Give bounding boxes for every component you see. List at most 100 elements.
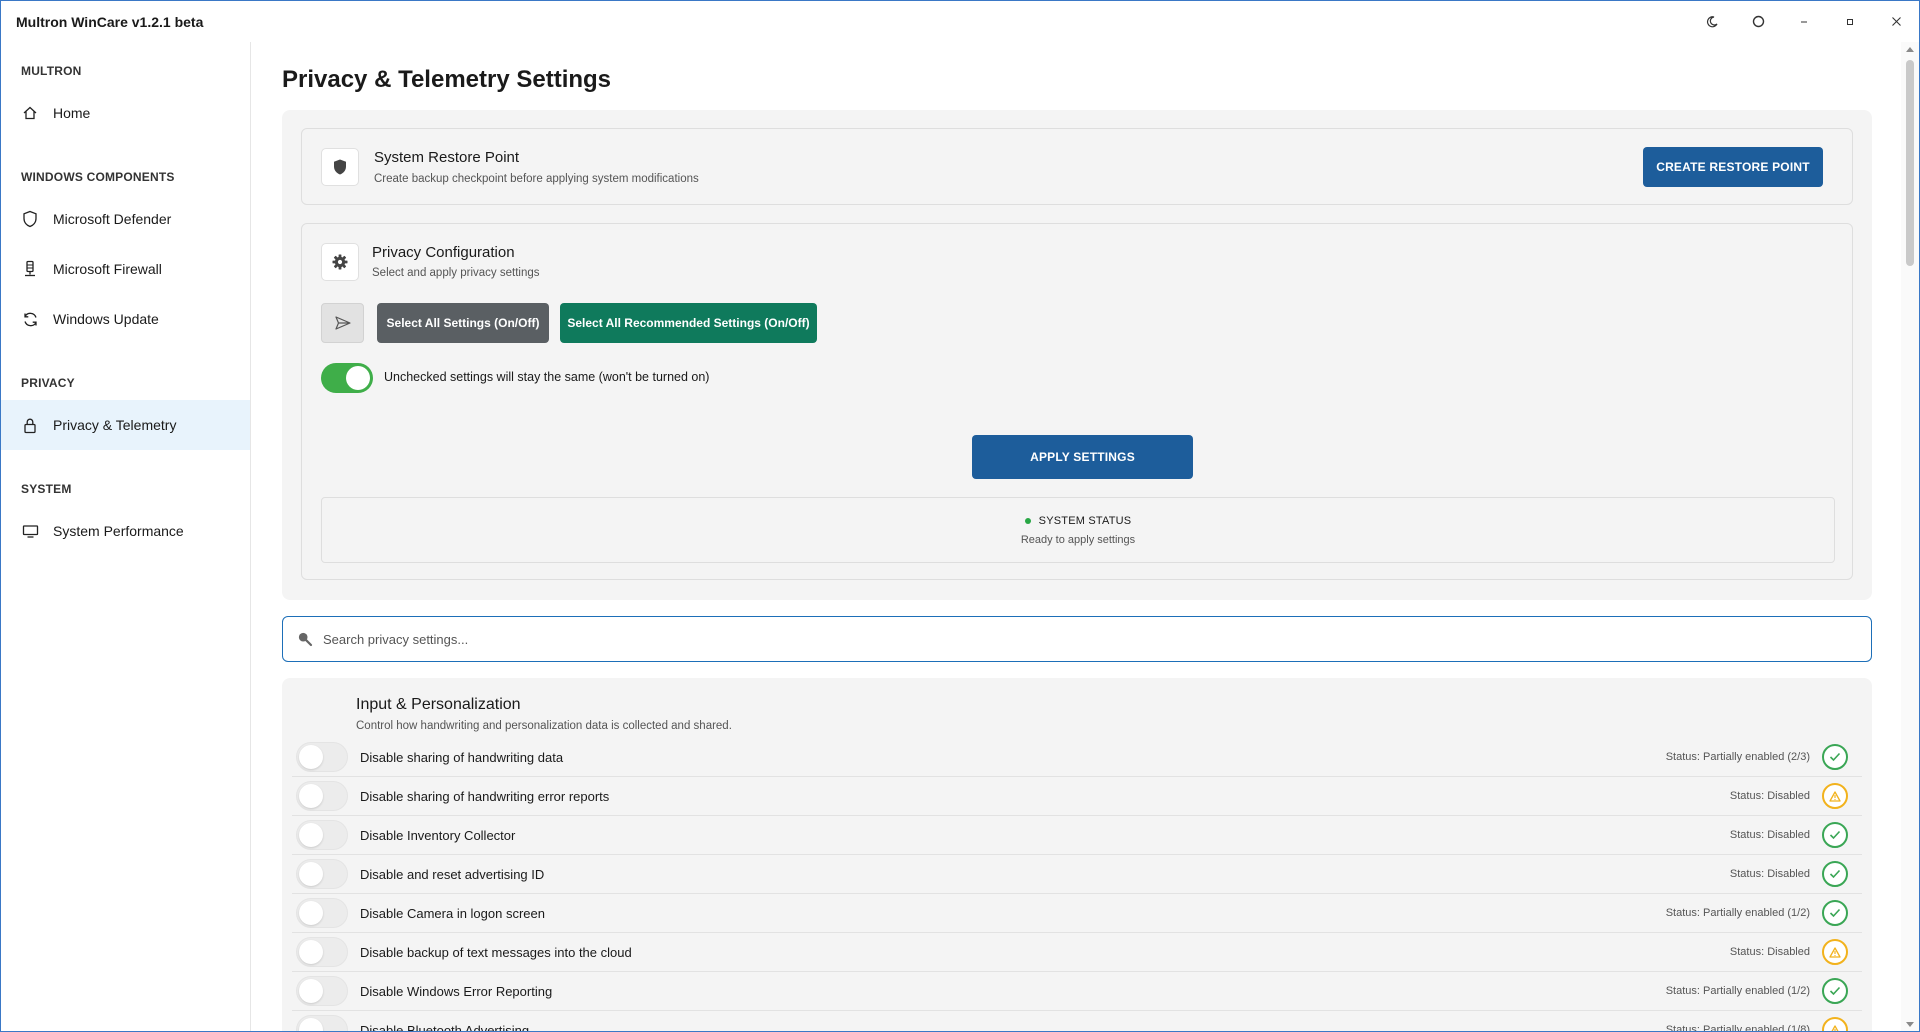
scroll-down-arrow-icon[interactable] [1906,1022,1914,1027]
shield-filled-icon [334,159,346,175]
privacy-config-subtitle: Select and apply privacy settings [372,267,540,279]
scrollbar-thumb[interactable] [1906,60,1914,266]
minimize-icon [1801,21,1807,22]
select-recommended-settings-button[interactable]: Select All Recommended Settings (On/Off) [560,303,817,343]
settings-group-input-personalization: Input & Personalization Control how hand… [282,678,1872,1032]
setting-row: Disable backup of text messages into the… [292,933,1862,972]
config-panel: System Restore Point Create backup check… [282,110,1872,600]
system-status-box: SYSTEM STATUS Ready to apply settings [321,497,1835,563]
minimize-button[interactable] [1781,1,1827,42]
theme-button[interactable] [1689,1,1735,42]
sidebar-item-label: Microsoft Defender [53,211,172,227]
sidebar-section-multron: MULTRON [21,64,82,78]
restore-point-card: System Restore Point Create backup check… [301,128,1853,205]
sidebar-item-firewall[interactable]: Microsoft Firewall [1,244,250,294]
sidebar-item-home[interactable]: Home [1,88,250,138]
vertical-scrollbar[interactable] [1901,42,1919,1031]
title-bar: Multron WinCare v1.2.1 beta [1,1,1919,42]
toggle-knob [299,823,323,847]
app-title: Multron WinCare v1.2.1 beta [16,13,204,30]
toggle-knob [299,862,323,886]
check-icon [1822,744,1848,770]
lock-icon [21,416,39,434]
setting-toggle[interactable] [296,859,348,889]
setting-status: Status: Partially enabled (1/2) [1665,985,1810,997]
setting-status: Status: Disabled [1729,868,1810,880]
privacy-configuration-card: Privacy Configuration Select and apply p… [301,223,1853,580]
sidebar-item-label: Privacy & Telemetry [53,417,177,433]
setting-toggle[interactable] [296,1015,348,1031]
gear-icon [332,254,348,270]
page-title: Privacy & Telemetry Settings [282,66,612,93]
home-icon [21,104,39,122]
setting-label: Disable Bluetooth Advertising [360,1022,530,1032]
setting-toggle[interactable] [296,781,348,811]
restore-icon-box [321,148,359,186]
app-window: Multron WinCare v1.2.1 beta MULTRON Home… [0,0,1920,1032]
monitor-icon [21,522,39,540]
close-icon [1891,17,1901,26]
maximize-button[interactable] [1827,1,1873,42]
settings-button[interactable] [1735,1,1781,42]
search-input[interactable] [323,631,1823,647]
system-status-label: SYSTEM STATUS [1038,515,1132,527]
setting-status: Status: Partially enabled (1/2) [1665,907,1810,919]
sidebar-item-privacy-telemetry[interactable]: Privacy & Telemetry [1,400,250,450]
unchecked-settings-toggle[interactable] [321,363,373,393]
toggle-knob [299,745,323,769]
check-icon [1822,861,1848,887]
sidebar-item-label: Windows Update [53,311,159,327]
setting-toggle[interactable] [296,898,348,928]
setting-row: Disable Bluetooth Advertising Status: Pa… [292,1011,1862,1032]
send-icon [334,316,351,330]
privacy-config-title: Privacy Configuration [372,244,515,261]
toggle-knob [299,1018,323,1031]
sidebar-item-system-performance[interactable]: System Performance [1,506,250,556]
main-content: Privacy & Telemetry Settings System Rest… [252,42,1902,1032]
warning-icon [1822,1017,1848,1031]
setting-toggle[interactable] [296,976,348,1006]
close-button[interactable] [1873,1,1919,42]
warning-icon [1822,939,1848,965]
setting-status: Status: Partially enabled (1/8) [1665,1024,1810,1032]
firewall-icon [21,260,39,278]
setting-row: Disable sharing of handwriting error rep… [292,777,1862,816]
check-icon [1822,978,1848,1004]
toggle-knob [299,979,323,1003]
setting-label: Disable Camera in logon screen [360,905,545,921]
status-dot-icon [1024,518,1031,525]
setting-label: Disable backup of text messages into the… [360,944,632,960]
scroll-up-arrow-icon[interactable] [1906,47,1914,52]
sidebar-item-windows-update[interactable]: Windows Update [1,294,250,344]
setting-label: Disable Windows Error Reporting [360,983,553,999]
setting-row: Disable Inventory Collector Status: Disa… [292,816,1862,855]
select-all-settings-button[interactable]: Select All Settings (On/Off) [377,303,549,343]
setting-status: Status: Partially enabled (2/3) [1665,751,1810,763]
setting-label: Disable sharing of handwriting data [360,749,564,765]
apply-settings-button[interactable]: APPLY SETTINGS [972,435,1193,479]
setting-status: Status: Disabled [1729,790,1810,802]
refresh-icon [21,310,39,328]
setting-toggle[interactable] [296,820,348,850]
circle-icon [1752,15,1764,28]
setting-toggle[interactable] [296,937,348,967]
search-bar[interactable] [282,616,1872,662]
search-icon [297,631,313,647]
sidebar-item-label: System Performance [53,523,184,539]
unchecked-settings-label: Unchecked settings will stay the same (w… [384,370,710,384]
sidebar-item-label: Microsoft Firewall [53,261,162,277]
check-icon [1822,900,1848,926]
toggle-knob [299,940,323,964]
check-icon [1822,822,1848,848]
restore-title: System Restore Point [374,149,520,166]
shield-icon [21,210,39,228]
warning-icon [1822,783,1848,809]
setting-toggle[interactable] [296,742,348,772]
send-button[interactable] [321,303,364,343]
system-status-title: SYSTEM STATUS [322,515,1834,527]
setting-row: Disable sharing of handwriting data Stat… [292,738,1862,777]
toggle-knob [346,366,370,390]
sidebar-item-defender[interactable]: Microsoft Defender [1,194,250,244]
create-restore-point-button[interactable]: CREATE RESTORE POINT [1643,147,1823,187]
group-title: Input & Personalization [356,696,521,713]
